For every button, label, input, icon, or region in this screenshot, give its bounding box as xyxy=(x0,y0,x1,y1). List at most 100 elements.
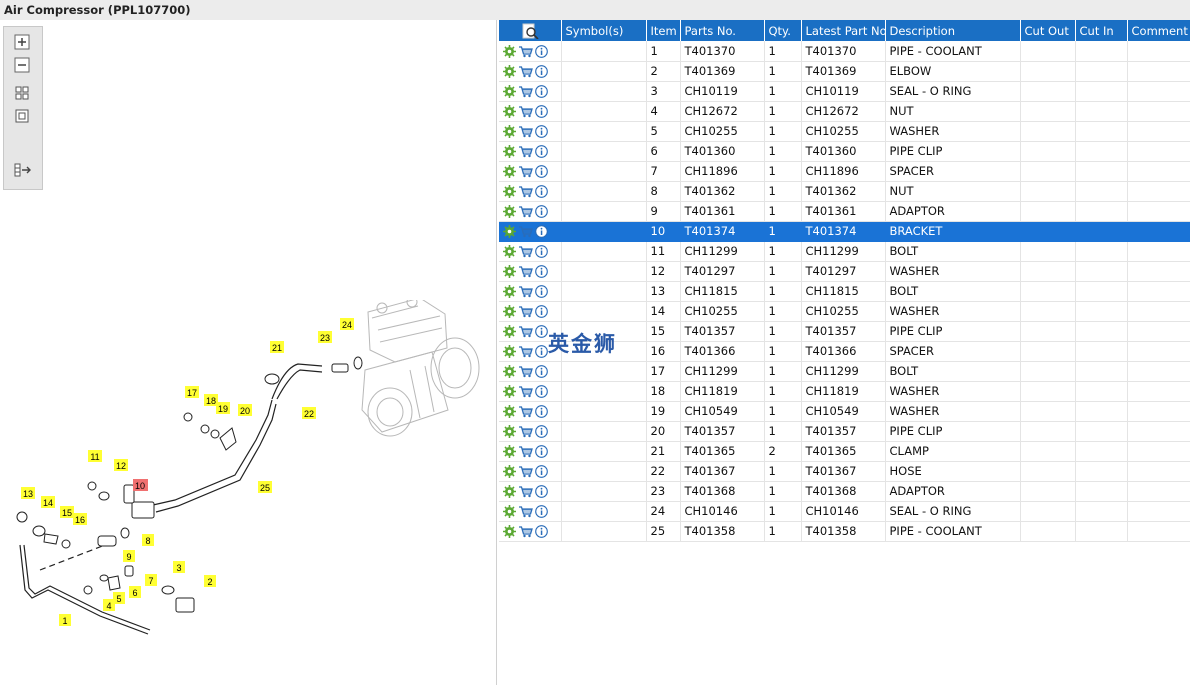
table-row[interactable]: 14 CH10255 1 CH10255 WASHER xyxy=(499,301,1190,322)
configure-button[interactable] xyxy=(503,484,518,498)
add-to-cart-button[interactable] xyxy=(518,424,535,438)
export-button[interactable] xyxy=(12,161,32,178)
table-row[interactable]: 13 CH11815 1 CH11815 BOLT xyxy=(499,281,1190,302)
row-actions[interactable] xyxy=(499,461,562,482)
part-info-button[interactable] xyxy=(535,484,550,498)
row-actions[interactable] xyxy=(499,381,562,402)
configure-button[interactable] xyxy=(503,144,518,158)
column-header-cut-out[interactable]: Cut Out xyxy=(1020,20,1076,41)
row-actions[interactable] xyxy=(499,161,562,182)
table-row[interactable]: 5 CH10255 1 CH10255 WASHER xyxy=(499,121,1190,142)
part-info-button[interactable] xyxy=(535,264,550,278)
table-row[interactable]: 9 T401361 1 T401361 ADAPTOR xyxy=(499,201,1190,222)
part-info-button[interactable] xyxy=(535,504,550,518)
add-to-cart-button[interactable] xyxy=(518,84,535,98)
add-to-cart-button[interactable] xyxy=(518,144,535,158)
configure-button[interactable] xyxy=(503,464,518,478)
table-row[interactable]: 17 CH11299 1 CH11299 BOLT xyxy=(499,361,1190,382)
table-row[interactable]: 25 T401358 1 T401358 PIPE - COOLANT xyxy=(499,521,1190,542)
add-to-cart-button[interactable] xyxy=(518,204,535,218)
row-actions[interactable] xyxy=(499,221,562,242)
part-info-button[interactable] xyxy=(535,164,550,178)
column-header-icons[interactable] xyxy=(499,20,562,41)
row-actions[interactable] xyxy=(499,401,562,422)
table-row[interactable]: 23 T401368 1 T401368 ADAPTOR xyxy=(499,481,1190,502)
table-row[interactable]: 11 CH11299 1 CH11299 BOLT xyxy=(499,241,1190,262)
table-row[interactable]: 21 T401365 2 T401365 CLAMP xyxy=(499,441,1190,462)
add-to-cart-button[interactable] xyxy=(518,264,535,278)
table-row[interactable]: 2 T401369 1 T401369 ELBOW xyxy=(499,61,1190,82)
configure-button[interactable] xyxy=(503,384,518,398)
row-actions[interactable] xyxy=(499,101,562,122)
part-info-button[interactable] xyxy=(535,424,550,438)
configure-button[interactable] xyxy=(503,64,518,78)
part-info-button[interactable] xyxy=(535,304,550,318)
zoom-in-button[interactable] xyxy=(12,33,32,50)
add-to-cart-button[interactable] xyxy=(518,304,535,318)
add-to-cart-button[interactable] xyxy=(518,224,535,238)
row-actions[interactable] xyxy=(499,241,562,262)
row-actions[interactable] xyxy=(499,61,562,82)
row-actions[interactable] xyxy=(499,441,562,462)
row-actions[interactable] xyxy=(499,521,562,542)
add-to-cart-button[interactable] xyxy=(518,484,535,498)
add-to-cart-button[interactable] xyxy=(518,404,535,418)
table-row[interactable]: 18 CH11819 1 CH11819 WASHER xyxy=(499,381,1190,402)
table-row[interactable]: 20 T401357 1 T401357 PIPE CLIP xyxy=(499,421,1190,442)
column-header-symbols[interactable]: Symbol(s) xyxy=(561,20,647,41)
row-actions[interactable] xyxy=(499,281,562,302)
configure-button[interactable] xyxy=(503,324,518,338)
table-row[interactable]: 6 T401360 1 T401360 PIPE CLIP xyxy=(499,141,1190,162)
table-row[interactable]: 1 T401370 1 T401370 PIPE - COOLANT xyxy=(499,41,1190,62)
add-to-cart-button[interactable] xyxy=(518,324,535,338)
part-info-button[interactable] xyxy=(535,184,550,198)
configure-button[interactable] xyxy=(503,204,518,218)
configure-button[interactable] xyxy=(503,284,518,298)
table-row[interactable]: 24 CH10146 1 CH10146 SEAL - O RING xyxy=(499,501,1190,522)
add-to-cart-button[interactable] xyxy=(518,364,535,378)
part-info-button[interactable] xyxy=(535,144,550,158)
part-info-button[interactable] xyxy=(535,64,550,78)
column-header-cut-in[interactable]: Cut In xyxy=(1075,20,1128,41)
add-to-cart-button[interactable] xyxy=(518,104,535,118)
row-actions[interactable] xyxy=(499,481,562,502)
add-to-cart-button[interactable] xyxy=(518,444,535,458)
add-to-cart-button[interactable] xyxy=(518,284,535,298)
add-to-cart-button[interactable] xyxy=(518,164,535,178)
add-to-cart-button[interactable] xyxy=(518,184,535,198)
fit-window-button[interactable] xyxy=(12,107,32,124)
row-actions[interactable] xyxy=(499,361,562,382)
fit-all-button[interactable] xyxy=(12,84,32,101)
part-info-button[interactable] xyxy=(535,204,550,218)
add-to-cart-button[interactable] xyxy=(518,64,535,78)
zoom-out-button[interactable] xyxy=(12,56,32,73)
part-info-button[interactable] xyxy=(535,404,550,418)
part-info-button[interactable] xyxy=(535,384,550,398)
column-header-description[interactable]: Description xyxy=(885,20,1021,41)
configure-button[interactable] xyxy=(503,424,518,438)
configure-button[interactable] xyxy=(503,444,518,458)
add-to-cart-button[interactable] xyxy=(518,344,535,358)
configure-button[interactable] xyxy=(503,404,518,418)
add-to-cart-button[interactable] xyxy=(518,504,535,518)
table-row[interactable]: 12 T401297 1 T401297 WASHER xyxy=(499,261,1190,282)
row-actions[interactable] xyxy=(499,201,562,222)
table-row[interactable]: 4 CH12672 1 CH12672 NUT xyxy=(499,101,1190,122)
add-to-cart-button[interactable] xyxy=(518,44,535,58)
table-row[interactable]: 19 CH10549 1 CH10549 WASHER xyxy=(499,401,1190,422)
column-header-comment[interactable]: Comment xyxy=(1127,20,1190,41)
add-to-cart-button[interactable] xyxy=(518,464,535,478)
configure-button[interactable] xyxy=(503,124,518,138)
part-info-button[interactable] xyxy=(535,104,550,118)
row-actions[interactable] xyxy=(499,261,562,282)
configure-button[interactable] xyxy=(503,84,518,98)
add-to-cart-button[interactable] xyxy=(518,244,535,258)
row-actions[interactable] xyxy=(499,301,562,322)
configure-button[interactable] xyxy=(503,304,518,318)
add-to-cart-button[interactable] xyxy=(518,524,535,538)
configure-button[interactable] xyxy=(503,44,518,58)
configure-button[interactable] xyxy=(503,184,518,198)
configure-button[interactable] xyxy=(503,224,518,238)
part-info-button[interactable] xyxy=(535,224,550,238)
configure-button[interactable] xyxy=(503,244,518,258)
